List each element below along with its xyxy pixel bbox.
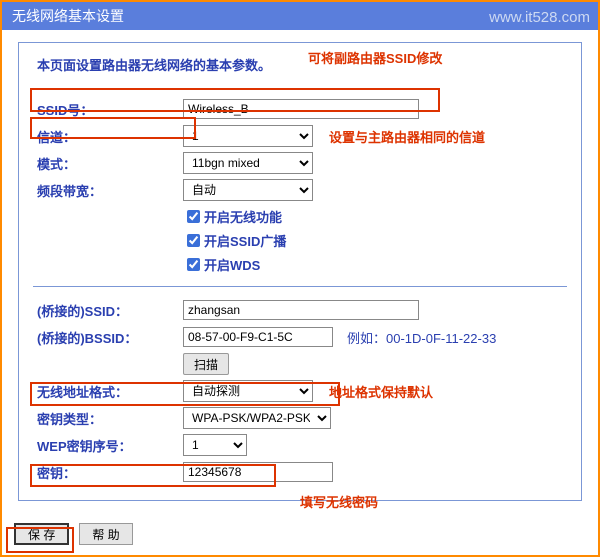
enable-wds-checkbox[interactable]: [187, 258, 200, 271]
sec-type-select[interactable]: WPA-PSK/WPA2-PSK: [183, 407, 331, 429]
mode-select[interactable]: 11bgn mixed: [183, 152, 313, 174]
label-wep-index: WEP密钥序号：: [33, 436, 183, 455]
annotation-channel: 设置与主路由器相同的信道: [329, 127, 485, 146]
label-enable-wds: 开启WDS: [204, 255, 260, 274]
ssid-input[interactable]: [183, 99, 419, 119]
footer: 保 存 帮 助: [14, 523, 133, 545]
label-key: 密钥：: [33, 463, 183, 482]
intro-text: 本页面设置路由器无线网络的基本参数。: [37, 55, 567, 74]
annotation-ssid: 可将副路由器SSID修改: [308, 48, 442, 67]
enable-ssid-checkbox[interactable]: [187, 234, 200, 247]
annotation-password: 填写无线密码: [300, 492, 378, 511]
bridge-bssid-input[interactable]: [183, 327, 333, 347]
wep-index-select[interactable]: 1: [183, 434, 247, 456]
label-mode: 模式：: [33, 154, 183, 173]
divider: [33, 286, 567, 287]
label-enable-ssid: 开启SSID广播: [204, 231, 286, 250]
titlebar: 无线网络基本设置 www.it528.com: [2, 2, 598, 30]
window-title: 无线网络基本设置: [12, 8, 124, 24]
save-button[interactable]: 保 存: [14, 523, 69, 545]
scan-button[interactable]: 扫描: [183, 353, 229, 375]
window: 无线网络基本设置 www.it528.com 可将副路由器SSID修改 本页面设…: [0, 0, 600, 557]
annotation-addr: 地址格式保持默认: [329, 382, 433, 401]
label-enable-wifi: 开启无线功能: [204, 207, 282, 226]
watermark: www.it528.com: [489, 4, 590, 32]
label-bandwidth: 频段带宽：: [33, 181, 183, 200]
label-channel: 信道：: [33, 127, 183, 146]
addr-format-select[interactable]: 自动探测: [183, 380, 313, 402]
enable-wifi-checkbox[interactable]: [187, 210, 200, 223]
label-ssid: SSID号：: [33, 100, 183, 119]
key-input[interactable]: [183, 462, 333, 482]
channel-select[interactable]: 1: [183, 125, 313, 147]
label-bridge-bssid: (桥接的)BSSID：: [33, 328, 183, 347]
settings-panel: 本页面设置路由器无线网络的基本参数。 SSID号： 信道： 1 设置与主路由器相…: [18, 42, 582, 501]
label-bridge-ssid: (桥接的)SSID：: [33, 301, 183, 320]
bssid-example: 例如：00-1D-0F-11-22-33: [347, 328, 496, 347]
label-sec-type: 密钥类型：: [33, 409, 183, 428]
help-button[interactable]: 帮 助: [79, 523, 132, 545]
label-addr-format: 无线地址格式：: [33, 382, 183, 401]
bandwidth-select[interactable]: 自动: [183, 179, 313, 201]
bridge-ssid-input[interactable]: [183, 300, 419, 320]
